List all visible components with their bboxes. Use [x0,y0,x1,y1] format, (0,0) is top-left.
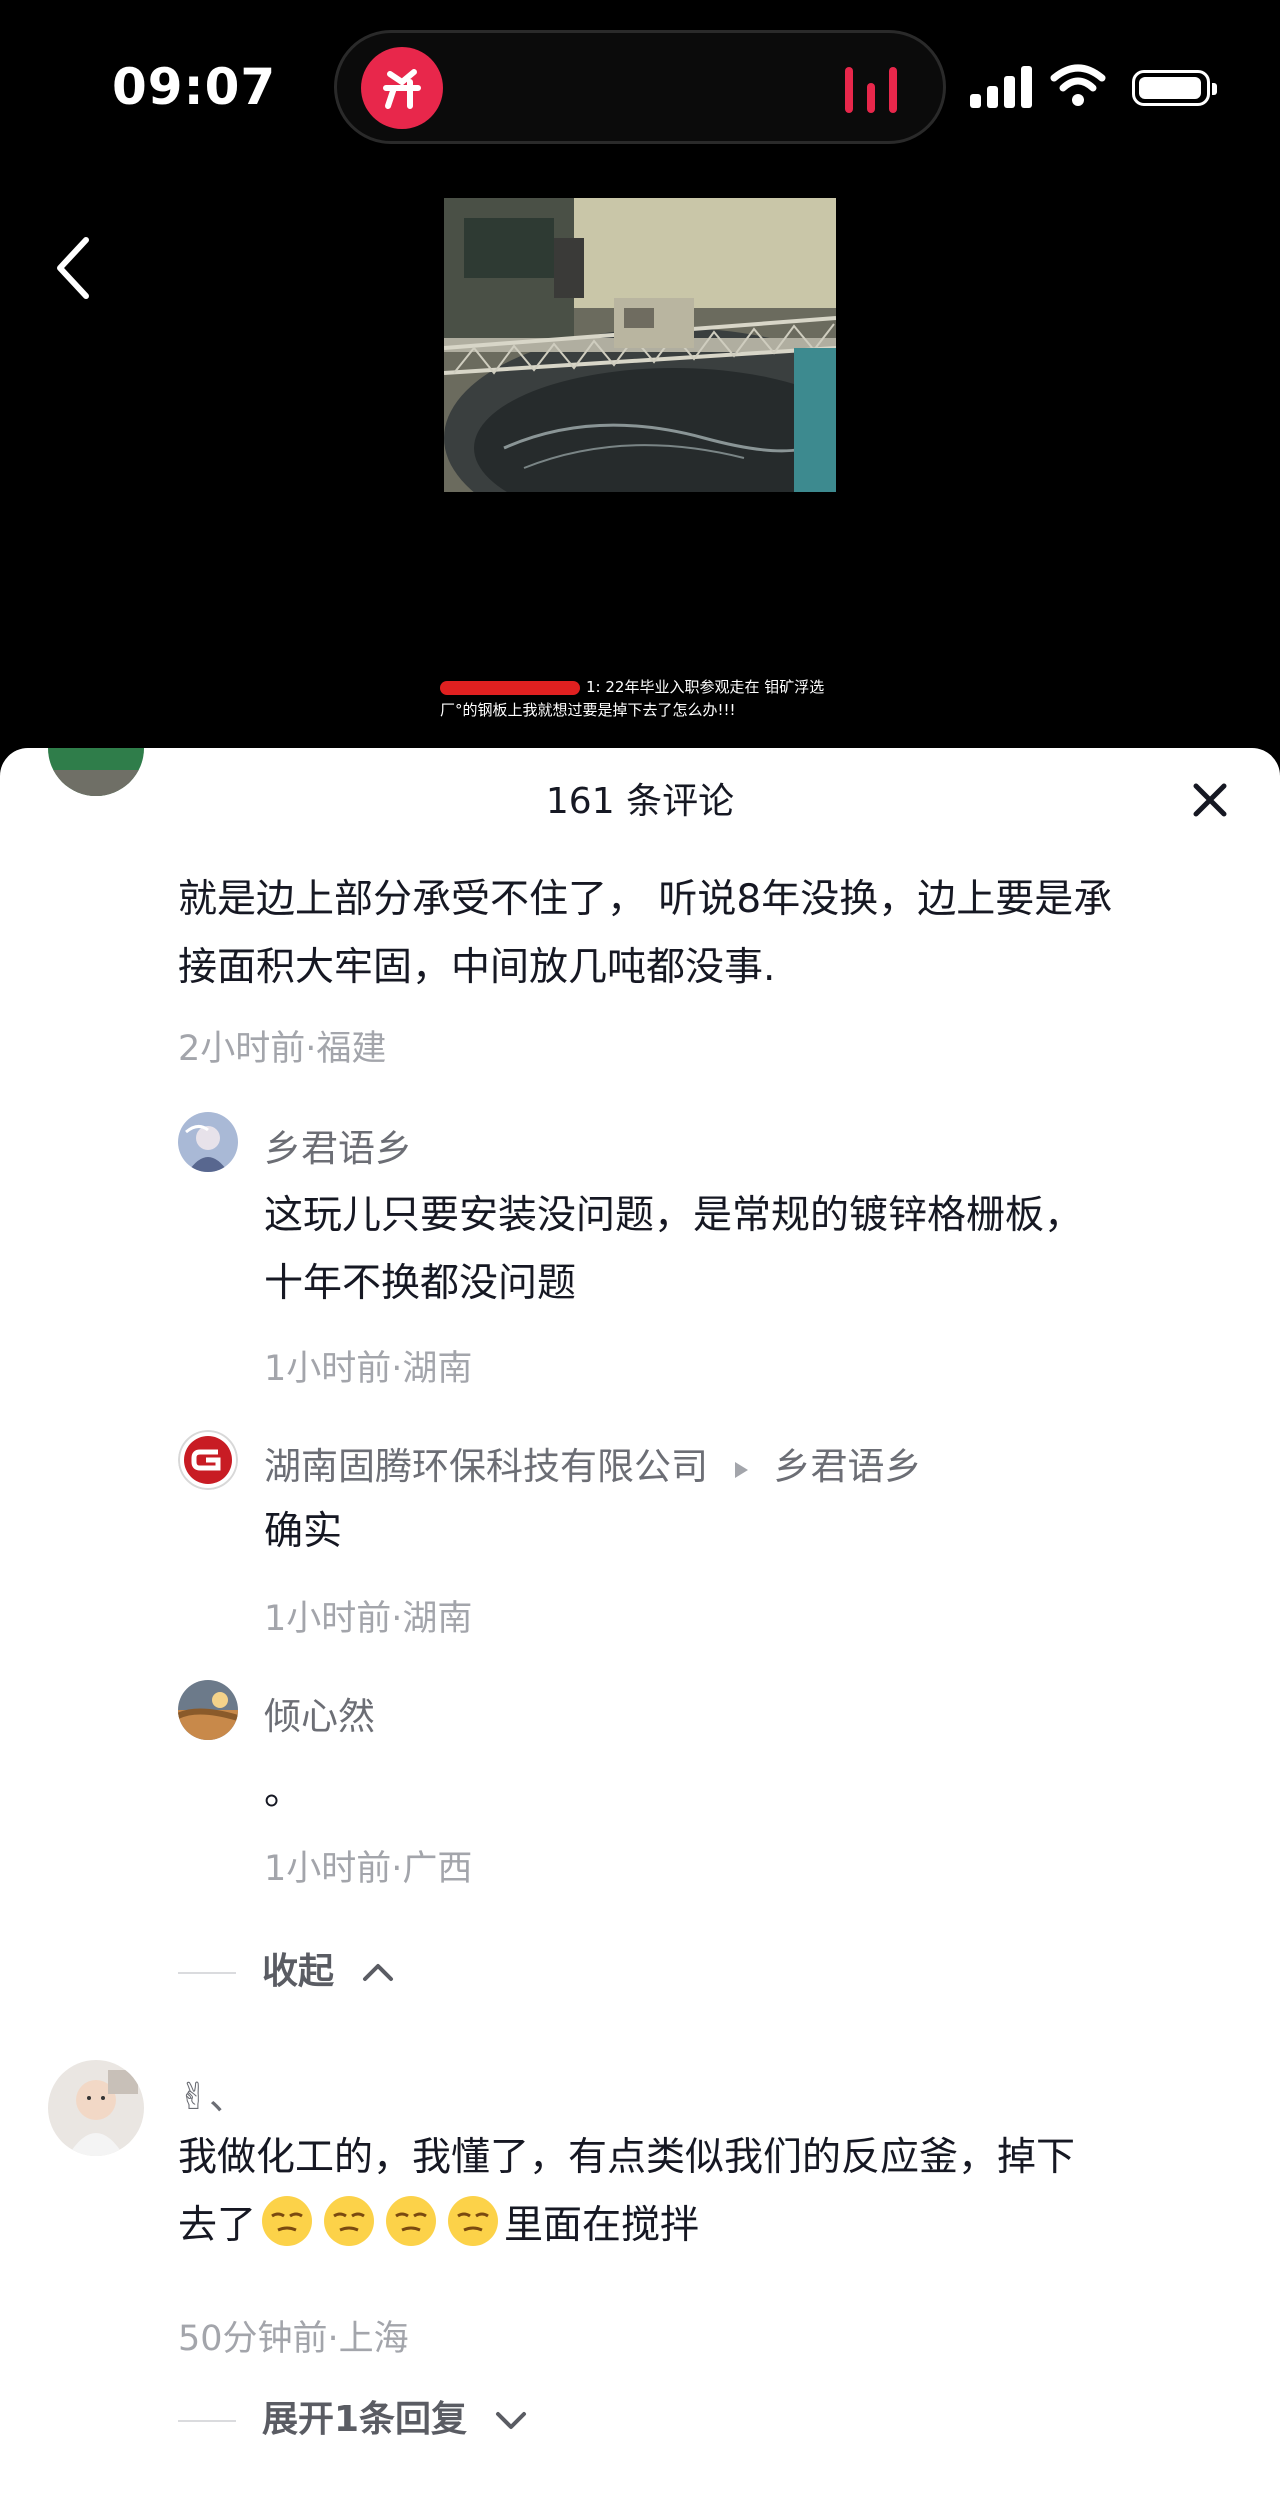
smirk-emoji-icon [448,2196,499,2246]
system-status-icons [970,62,1217,110]
battery-icon [1132,70,1217,106]
reply-author[interactable]: 倾心然 [264,1686,375,1740]
collapse-replies-button[interactable]: 收起 [178,1942,395,1994]
audio-bars-icon [845,67,899,113]
app-logo-icon [361,47,443,129]
comment-meta: 50分钟前·上海 [178,2319,409,2359]
redacted-username [440,680,580,695]
reply-text: 这玩儿只要安装没问题，是常规的镀锌格栅板， 十年不换都没问题 [264,1193,1084,1306]
expand-replies-button[interactable]: 展开1条回复 [178,2390,528,2442]
chevron-down-icon [495,2412,526,2429]
reply-text: 。 [264,1769,304,1814]
avatar[interactable] [178,1112,238,1172]
back-button[interactable] [46,228,106,308]
reply-author[interactable]: 湖南固腾环保科技有限公司 乡君语乡 [264,1436,922,1490]
avatar[interactable] [178,1680,238,1740]
smirk-emoji-icon [324,2196,375,2246]
avatar[interactable] [48,2060,144,2156]
comments-sheet: 161 条评论 就是边上部分承受不住了， 听说8年没换，边上要是承 接面积大牢固… [0,748,1280,2497]
close-icon[interactable] [1190,780,1230,820]
video-thumbnail[interactable] [444,198,836,492]
reply-meta: 1小时前·广西 [264,1849,473,1889]
reply-meta: 1小时前·湖南 [264,1349,473,1389]
smirk-emoji-icon [386,2196,437,2246]
reply-text: 确实 [264,1509,343,1554]
reply-author[interactable]: 乡君语乡 [264,1118,412,1172]
comment-text: 就是边上部分承受不住了， 听说8年没换，边上要是承 接面积大牢固，中间放几吨都没… [178,877,1113,990]
company-avatar[interactable] [178,1430,238,1490]
video-subtitle: 1: 22年毕业入职参观走在 钼矿浮选 厂°的钢板上我就想过要是掉下去了怎么办!… [440,678,825,719]
status-time: 09:07 [112,58,277,116]
smirk-emoji-icon [262,2196,313,2246]
reply-arrow-icon [734,1462,748,1478]
wifi-icon [1050,64,1106,106]
dynamic-island [334,30,946,144]
comment-meta: 2小时前·福建 [178,1029,387,1069]
reply-meta: 1小时前·湖南 [264,1599,473,1639]
reply-to-user[interactable]: 乡君语乡 [774,1445,922,1488]
signal-icon [970,62,1034,108]
comment-author[interactable]: ✌、 [178,2066,246,2120]
comment-text: 我做化工的，我懂了，有点类似我们的反应釜，掉下 去了 里面在搅拌 [178,2135,1076,2248]
chevron-up-icon [362,1964,393,1981]
comments-count-title: 161 条评论 [545,781,735,822]
